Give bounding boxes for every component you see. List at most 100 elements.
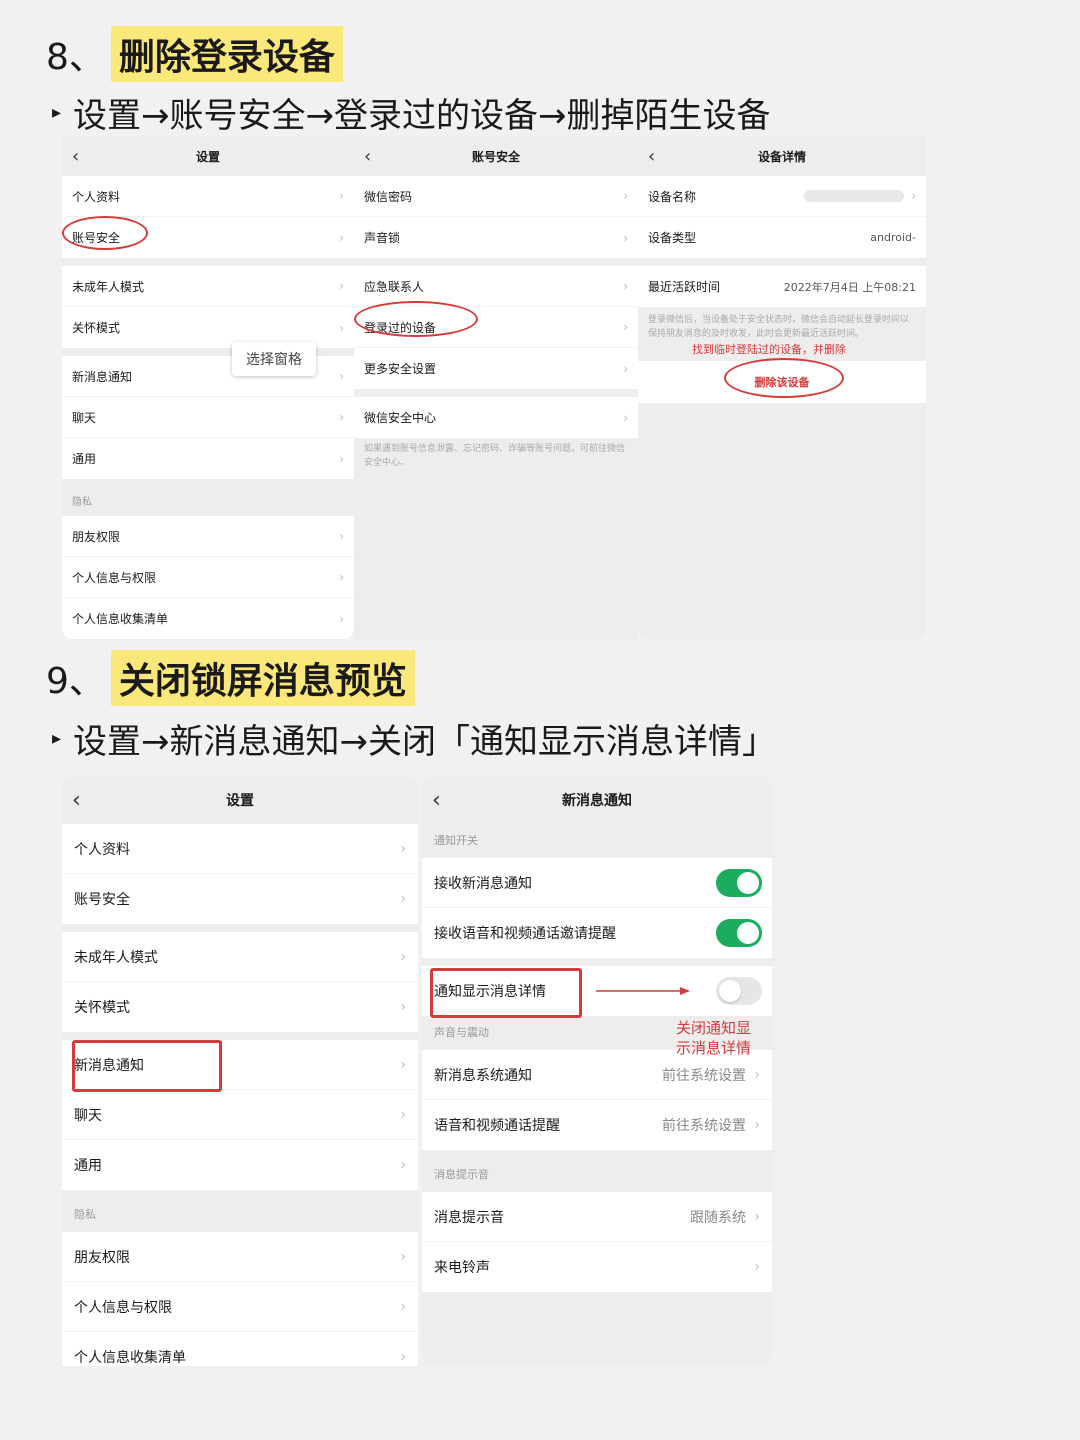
step8-number: 8、 bbox=[46, 37, 105, 78]
settings-large-header: ‹ 设置 bbox=[62, 776, 418, 824]
chevron-right-icon: › bbox=[339, 529, 344, 543]
receive-call-toggle[interactable] bbox=[716, 919, 762, 947]
settings-large-group-1: 个人资料 › 账号安全 › bbox=[62, 824, 418, 924]
receive-new-toggle[interactable] bbox=[716, 868, 762, 897]
back-icon[interactable]: ‹ bbox=[432, 788, 441, 813]
step8-title: 删除登录设备 bbox=[110, 26, 343, 82]
chevron-right-icon: › bbox=[400, 1157, 406, 1173]
security-group-3: 微信安全中心 › bbox=[354, 397, 638, 438]
chevron-right-icon: › bbox=[400, 1106, 406, 1123]
account-security-header: ‹ 账号安全 bbox=[354, 136, 638, 176]
toggle-knob bbox=[719, 980, 741, 1002]
receive-new-row: 接收新消息通知 bbox=[422, 858, 772, 908]
device-detail-header: ‹ 设备详情 bbox=[638, 136, 926, 176]
settings-group-2: 未成年人模式 › 关怀模式 › bbox=[62, 266, 354, 348]
security-item-center[interactable]: 微信安全中心 › bbox=[354, 397, 638, 438]
settings-item-personal-info[interactable]: 个人信息与权限 › bbox=[62, 1282, 418, 1332]
device-type-value: android- bbox=[870, 231, 916, 244]
chevron-right-icon: › bbox=[339, 451, 344, 466]
chevron-right-icon: › bbox=[754, 1259, 760, 1275]
chevron-right-icon: › bbox=[623, 189, 628, 203]
settings-item-info-list[interactable]: 个人信息收集清单 › bbox=[62, 1332, 418, 1366]
chevron-right-icon: › bbox=[339, 611, 344, 626]
step8-route: ▸ 设置→账号安全→登录过的设备→删掉陌生设备 bbox=[52, 88, 771, 137]
settings-item-profile[interactable]: 个人资料 › bbox=[62, 176, 354, 217]
chevron-right-icon: › bbox=[339, 279, 344, 293]
bullet-triangle-icon: ▸ bbox=[52, 728, 62, 749]
settings-item-general[interactable]: 通用 › bbox=[62, 1140, 418, 1190]
security-item-voice-lock[interactable]: 声音锁 › bbox=[354, 217, 638, 258]
chevron-right-icon: › bbox=[339, 230, 344, 245]
show-detail-annotation: 关闭通知显 示消息详情 bbox=[676, 1019, 752, 1057]
switch-group: 接收新消息通知 接收语音和视频通话邀请提醒 bbox=[422, 858, 772, 958]
settings-large-group-2: 未成年人模式 › 关怀模式 › bbox=[62, 932, 418, 1032]
settings-item-account-security[interactable]: 账号安全 › bbox=[62, 874, 418, 924]
chevron-right-icon: › bbox=[623, 320, 628, 334]
device-detail-title: 设备详情 bbox=[757, 149, 806, 164]
last-active-row: 最近活跃时间 2022年7月4日 上午08:21 bbox=[648, 280, 916, 294]
chevron-right-icon: › bbox=[400, 948, 406, 965]
new-msg-header: ‹ 新消息通知 bbox=[422, 776, 772, 824]
settings-item-personal-info[interactable]: 个人信息与权限 › bbox=[62, 557, 354, 598]
chevron-right-icon: › bbox=[623, 410, 628, 425]
security-item-more-settings[interactable]: 更多安全设置 › bbox=[354, 348, 638, 389]
settings-item-care-mode[interactable]: 关怀模式 › bbox=[62, 982, 418, 1032]
toggle-knob bbox=[737, 922, 759, 944]
step8-heading: 8、 删除登录设备 bbox=[46, 26, 343, 82]
settings-item-minor-mode[interactable]: 未成年人模式 › bbox=[62, 266, 354, 307]
receive-call-row: 接收语音和视频通话邀请提醒 bbox=[422, 908, 772, 958]
annotation-circle-logged-devices bbox=[354, 301, 478, 337]
annotation-box-show-detail bbox=[430, 968, 582, 1018]
settings-panel-small: ‹ 设置 个人资料 › 账号安全 › 未成年人模式 › 关怀模式 › 新消息通知 › 聊天… bbox=[62, 136, 354, 640]
settings-item-chat[interactable]: 聊天 › bbox=[62, 397, 354, 438]
settings-item-minor-mode[interactable]: 未成年人模式 › bbox=[62, 932, 418, 982]
chevron-right-icon: › bbox=[911, 189, 916, 203]
back-icon[interactable]: ‹ bbox=[364, 146, 371, 167]
back-icon[interactable]: ‹ bbox=[648, 146, 655, 167]
system-notify-value: 前往系统设置 bbox=[662, 1067, 746, 1084]
step9-route-text: 设置→新消息通知→关闭「通知显示消息详情」 bbox=[73, 722, 777, 762]
chevron-right-icon: › bbox=[754, 1208, 760, 1225]
security-group-1: 微信密码 › 声音锁 › bbox=[354, 176, 638, 258]
annotation-circle-account-security bbox=[62, 216, 148, 250]
annotation-arrow-icon bbox=[596, 987, 690, 995]
chevron-right-icon: › bbox=[623, 279, 628, 293]
step9-heading: 9、 关闭锁屏消息预览 bbox=[46, 650, 415, 706]
back-icon[interactable]: ‹ bbox=[72, 788, 81, 813]
settings-item-profile[interactable]: 个人资料 › bbox=[62, 824, 418, 874]
show-detail-toggle[interactable] bbox=[716, 977, 762, 1005]
device-name-blurred bbox=[804, 190, 904, 202]
chevron-right-icon: › bbox=[754, 1066, 760, 1083]
device-activity-group: 最近活跃时间 2022年7月4日 上午08:21 bbox=[638, 266, 926, 307]
chevron-right-icon: › bbox=[400, 1248, 406, 1265]
device-info-group: 设备名称 › 设备类型 android- bbox=[638, 176, 926, 258]
security-item-password[interactable]: 微信密码 › bbox=[354, 176, 638, 217]
call-remind-row[interactable]: 语音和视频通话提醒 前往系统设置 › bbox=[422, 1100, 772, 1150]
ringtone-row[interactable]: 来电铃声 › bbox=[422, 1242, 772, 1292]
sound-group: 新消息系统通知 前往系统设置 › 语音和视频通话提醒 前往系统设置 › bbox=[422, 1050, 772, 1150]
settings-group-4: 朋友权限 › 个人信息与权限 › 个人信息收集清单 › bbox=[62, 516, 354, 639]
chevron-right-icon: › bbox=[339, 369, 344, 383]
new-msg-title: 新消息通知 bbox=[562, 793, 632, 809]
device-name-row[interactable]: 设备名称 › bbox=[638, 176, 926, 217]
chevron-right-icon: › bbox=[754, 1117, 760, 1133]
account-security-title: 账号安全 bbox=[471, 149, 520, 164]
settings-item-chat[interactable]: 聊天 › bbox=[62, 1090, 418, 1140]
chevron-right-icon: › bbox=[400, 891, 406, 907]
chevron-right-icon: › bbox=[400, 840, 406, 857]
toggle-knob bbox=[737, 871, 759, 894]
settings-item-info-list[interactable]: 个人信息收集清单 › bbox=[62, 598, 354, 639]
step9-route: ▸ 设置→新消息通知→关闭「通知显示消息详情」 bbox=[52, 714, 776, 763]
tone-section-label: 消息提示音 bbox=[434, 1168, 489, 1181]
back-icon[interactable]: ‹ bbox=[72, 146, 79, 167]
step8-route-text: 设置→账号安全→登录过的设备→删掉陌生设备 bbox=[73, 96, 771, 136]
device-note: 登录微信后，当设备处于安全状态时，微信会自动延长登录时间以保持朋友消息的及时收发… bbox=[648, 315, 910, 339]
settings-item-friend-perm[interactable]: 朋友权限 › bbox=[62, 516, 354, 557]
settings-item-general[interactable]: 通用 › bbox=[62, 438, 354, 479]
msg-tone-row[interactable]: 消息提示音 跟随系统 › bbox=[422, 1192, 772, 1242]
bullet-triangle-icon: ▸ bbox=[52, 102, 62, 123]
annotation-circle-delete bbox=[724, 358, 844, 398]
settings-item-friend-perm[interactable]: 朋友权限 › bbox=[62, 1232, 418, 1282]
msg-tone-value: 跟随系统 bbox=[690, 1209, 746, 1226]
last-active-value: 2022年7月4日 上午08:21 bbox=[783, 280, 916, 294]
